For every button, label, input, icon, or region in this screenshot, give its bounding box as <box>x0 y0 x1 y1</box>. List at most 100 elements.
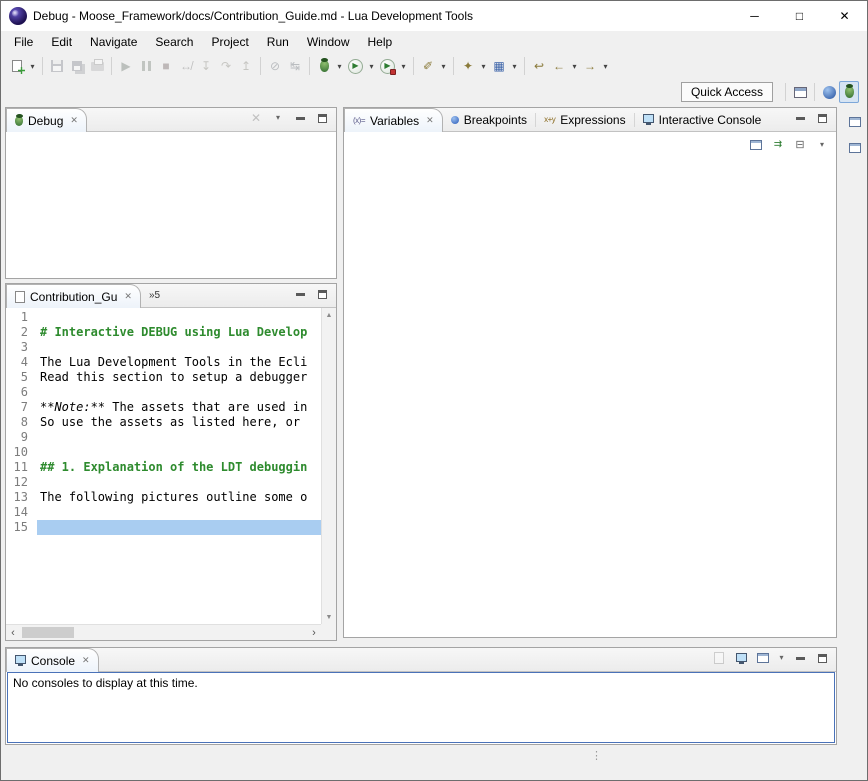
print-button[interactable] <box>87 55 107 77</box>
forward-dropdown[interactable]: ▾ <box>600 55 611 77</box>
line-text[interactable] <box>37 385 321 400</box>
line-text[interactable]: **Note:** The assets that are used in <box>37 400 321 415</box>
menu-search[interactable]: Search <box>146 32 202 52</box>
line-text[interactable] <box>37 310 321 325</box>
menu-file[interactable]: File <box>5 32 42 52</box>
variables-body[interactable] <box>344 132 836 637</box>
menu-edit[interactable]: Edit <box>42 32 81 52</box>
menu-run[interactable]: Run <box>258 32 298 52</box>
editor-line[interactable]: 2# Interactive DEBUG using Lua Develop <box>6 325 321 340</box>
variables-view-menu-button[interactable]: ▾ <box>813 136 831 154</box>
new-button[interactable] <box>7 55 27 77</box>
line-text[interactable] <box>37 430 321 445</box>
minimize-button[interactable]: ─ <box>732 1 777 31</box>
line-text[interactable]: So use the assets as listed here, or <box>37 415 321 430</box>
step-into-button[interactable]: ↧ <box>196 55 216 77</box>
editor-line[interactable]: 14 <box>6 505 321 520</box>
new-wizard-dropdown[interactable]: ▾ <box>478 55 489 77</box>
menu-project[interactable]: Project <box>202 32 257 52</box>
restore-view-button-1[interactable] <box>846 113 864 131</box>
debug-tab-close-icon[interactable]: ✕ <box>68 115 78 126</box>
terminate-button[interactable]: ■ <box>156 55 176 77</box>
line-text[interactable]: The Lua Development Tools in the Ecli <box>37 355 321 370</box>
scroll-right-icon[interactable]: › <box>307 625 321 640</box>
run-dropdown[interactable]: ▾ <box>366 55 377 77</box>
step-return-button[interactable]: ↥ <box>236 55 256 77</box>
line-text[interactable] <box>37 475 321 490</box>
scroll-left-icon[interactable]: ‹ <box>6 625 20 640</box>
tab-breakpoints[interactable]: Breakpoints <box>443 108 535 131</box>
editor-line[interactable]: 8So use the assets as listed here, or <box>6 415 321 430</box>
maximize-button[interactable]: □ <box>777 1 822 31</box>
skip-all-breakpoints-button[interactable]: ⊘ <box>265 55 285 77</box>
editor-line[interactable]: 5Read this section to setup a debugger <box>6 370 321 385</box>
use-step-filters-button[interactable]: ↹ <box>285 55 305 77</box>
editor-text-area[interactable]: 1 2# Interactive DEBUG using Lua Develop… <box>6 308 321 624</box>
last-edit-location-button[interactable]: ↩ <box>529 55 549 77</box>
tab-variables[interactable]: (x)= Variables ✕ <box>344 108 443 132</box>
suspend-button[interactable] <box>136 55 156 77</box>
editor-horizontal-scrollbar[interactable]: ‹ › <box>6 624 321 640</box>
editor-line[interactable]: 3 <box>6 340 321 355</box>
debug-dropdown[interactable]: ▾ <box>334 55 345 77</box>
menu-navigate[interactable]: Navigate <box>81 32 146 52</box>
variables-maximize-button[interactable] <box>813 109 831 127</box>
debug-maximize-button[interactable] <box>313 109 331 127</box>
tab-console[interactable]: Console ✕ <box>6 648 99 672</box>
editor-line-current[interactable]: 15 <box>6 520 321 535</box>
tab-expressions[interactable]: x+y Expressions <box>536 108 634 131</box>
line-text[interactable] <box>37 520 321 535</box>
line-text[interactable]: # Interactive DEBUG using Lua Develop <box>37 325 321 340</box>
scrollbar-thumb[interactable] <box>22 627 74 638</box>
line-text[interactable]: Read this section to setup a debugger <box>37 370 321 385</box>
editor-minimize-button[interactable] <box>291 285 309 303</box>
external-tools-dropdown[interactable]: ▾ <box>438 55 449 77</box>
forward-button[interactable]: → <box>580 55 600 77</box>
remove-all-terminated-button[interactable]: ✕ <box>247 109 265 127</box>
sash-handle[interactable]: ⋮ <box>591 751 602 761</box>
tab-debug[interactable]: Debug ✕ <box>6 108 87 132</box>
console-tab-close-icon[interactable]: ✕ <box>80 655 90 666</box>
open-console-button[interactable] <box>754 649 772 667</box>
open-element-button[interactable]: ▦ <box>489 55 509 77</box>
tab-interactive-console[interactable]: Interactive Console <box>635 108 770 131</box>
scroll-down-icon[interactable]: ▼ <box>322 610 336 624</box>
line-text[interactable]: The following pictures outline some o <box>37 490 321 505</box>
editor-line[interactable]: 10 <box>6 445 321 460</box>
editor-line[interactable]: 7**Note:** The assets that are used in <box>6 400 321 415</box>
console-maximize-button[interactable] <box>813 649 831 667</box>
back-dropdown[interactable]: ▾ <box>569 55 580 77</box>
menu-help[interactable]: Help <box>359 32 402 52</box>
editor-tab-close-icon[interactable]: ✕ <box>122 291 132 302</box>
disconnect-button[interactable]: ↮ <box>176 55 196 77</box>
debug-view-menu-button[interactable]: ▾ <box>269 109 287 127</box>
editor-line[interactable]: 4The Lua Development Tools in the Ecli <box>6 355 321 370</box>
editor-line[interactable]: 1 <box>6 310 321 325</box>
collapse-all-button[interactable]: ⊟ <box>791 136 809 154</box>
new-dropdown[interactable]: ▾ <box>27 55 38 77</box>
save-all-button[interactable] <box>67 55 87 77</box>
pin-console-button[interactable] <box>710 649 728 667</box>
editor-maximize-button[interactable] <box>313 285 331 303</box>
restore-view-button-2[interactable] <box>846 139 864 157</box>
close-button[interactable]: ✕ <box>822 1 867 31</box>
line-text[interactable] <box>37 505 321 520</box>
new-wizard-button[interactable]: ✦ <box>458 55 478 77</box>
debug-button[interactable] <box>314 55 334 77</box>
show-columns-button[interactable] <box>747 136 765 154</box>
console-minimize-button[interactable] <box>791 649 809 667</box>
open-perspective-button[interactable] <box>790 81 810 103</box>
editor-line[interactable]: 9 <box>6 430 321 445</box>
external-tools-button[interactable]: ✐ <box>418 55 438 77</box>
profile-dropdown[interactable]: ▾ <box>398 55 409 77</box>
editor-line[interactable]: 13The following pictures outline some o <box>6 490 321 505</box>
line-text[interactable]: ## 1. Explanation of the LDT debuggin <box>37 460 321 475</box>
menu-window[interactable]: Window <box>298 32 359 52</box>
console-body[interactable]: No consoles to display at this time. <box>7 672 835 743</box>
open-element-dropdown[interactable]: ▾ <box>509 55 520 77</box>
debug-minimize-button[interactable] <box>291 109 309 127</box>
editor-line[interactable]: 12 <box>6 475 321 490</box>
debug-view-body[interactable] <box>6 132 336 278</box>
tab-contribution-guide[interactable]: Contribution_Gu ✕ <box>6 284 141 308</box>
save-button[interactable] <box>47 55 67 77</box>
